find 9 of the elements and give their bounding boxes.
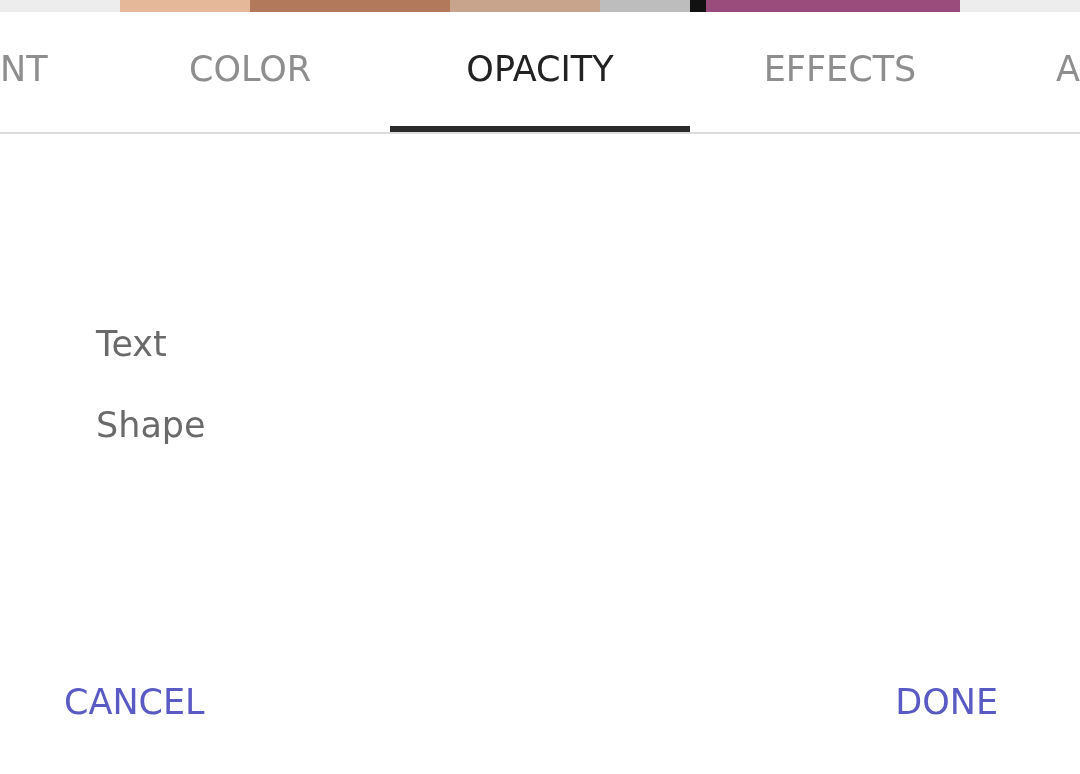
tab[interactable]: NT xyxy=(0,12,110,132)
cancel-button[interactable]: CANCEL xyxy=(64,676,205,729)
list-item[interactable]: Shape xyxy=(96,385,206,466)
tab[interactable]: A xyxy=(990,12,1080,132)
tab[interactable]: COLOR xyxy=(110,12,390,132)
list-item[interactable]: Text xyxy=(96,304,167,385)
tab[interactable]: OPACITY xyxy=(390,12,690,132)
tab[interactable]: EFFECTS xyxy=(690,12,990,132)
done-button[interactable]: DONE xyxy=(895,676,998,729)
